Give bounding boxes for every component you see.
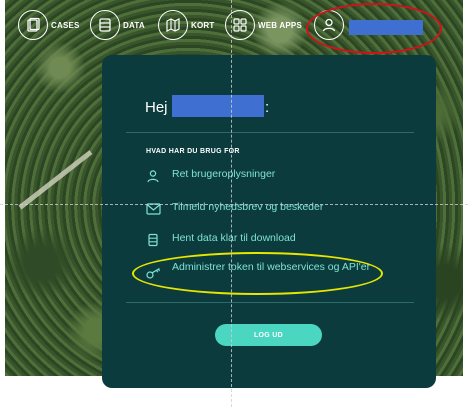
nav-item-data[interactable]: DATA <box>90 8 145 42</box>
annotation-yellow-ellipse <box>132 252 383 295</box>
nav-item-web-apps[interactable]: WEB APPS <box>225 8 302 42</box>
nav-label-data: DATA <box>123 20 145 30</box>
redacted-username <box>172 95 264 117</box>
menu-item-download-data[interactable]: Hent data klar til download <box>146 232 296 247</box>
section-title: HVAD HAR DU BRUG FOR <box>146 148 240 155</box>
user-icon <box>146 169 162 183</box>
greeting-colon: : <box>265 99 270 116</box>
divider-top <box>126 132 414 133</box>
guide-line-horizontal <box>0 204 468 205</box>
nav-item-kort[interactable]: KORT <box>158 8 214 42</box>
menu-label-edit-profile: Ret brugeroplysninger <box>172 168 276 180</box>
database-icon <box>146 233 162 247</box>
nav-item-cases[interactable]: CASES <box>18 8 80 42</box>
menu-label-download-data: Hent data klar til download <box>172 232 296 244</box>
nav-label-cases: CASES <box>51 20 80 30</box>
divider-bottom <box>126 302 414 303</box>
nav-label-kort: KORT <box>191 20 215 30</box>
nav-label-web-apps: WEB APPS <box>258 20 302 30</box>
menu-item-edit-profile[interactable]: Ret brugeroplysninger <box>146 168 275 183</box>
menu-label-newsletter: Tilmeld nyhedsbrev og beskeder <box>172 201 324 213</box>
data-icon <box>90 10 120 40</box>
map-icon <box>158 10 188 40</box>
user-panel: Hej : HVAD HAR DU BRUG FOR Ret brugeropl… <box>102 55 436 388</box>
annotation-red-ellipse <box>306 3 442 54</box>
cases-icon <box>18 10 48 40</box>
apps-grid-icon <box>225 10 255 40</box>
greeting-text: Hej <box>145 99 168 116</box>
